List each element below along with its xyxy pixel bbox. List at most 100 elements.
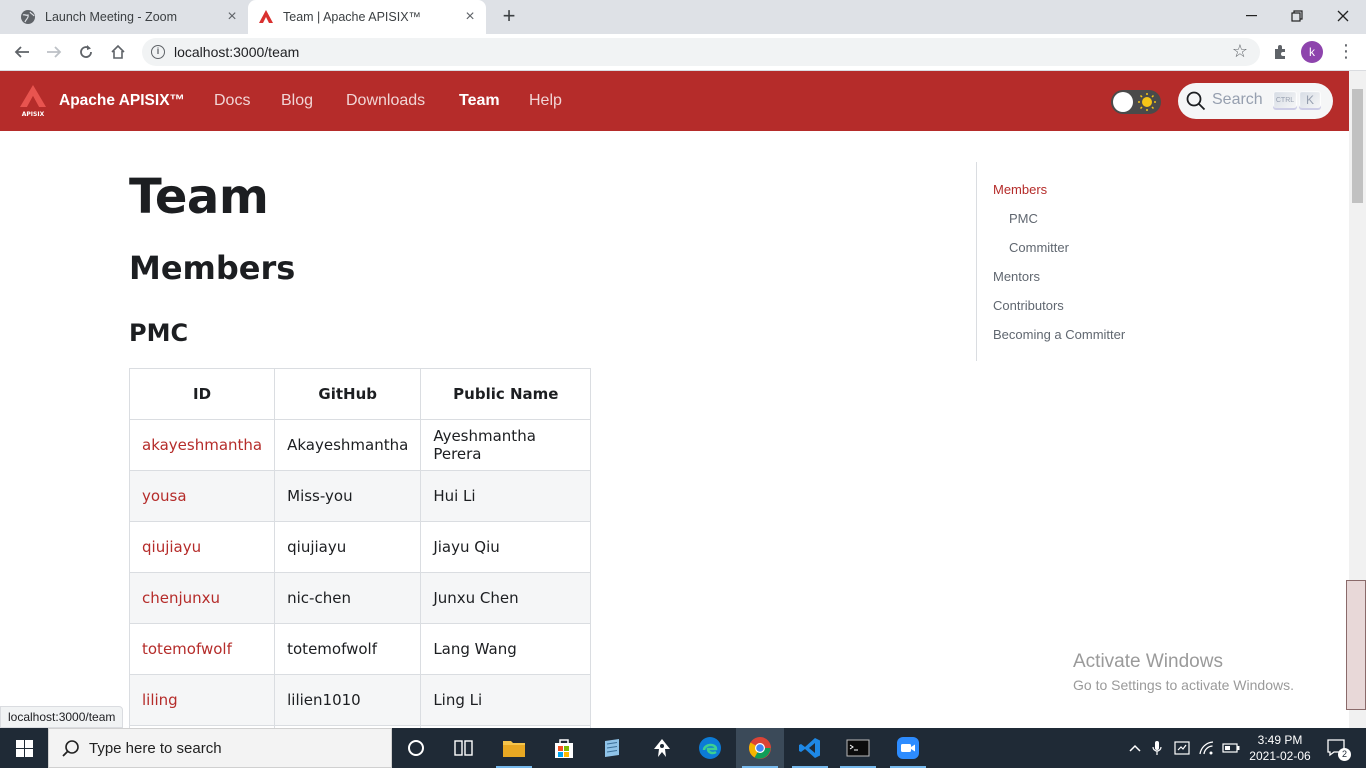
url-text: localhost:3000/team — [174, 44, 300, 60]
member-id-link[interactable]: qiujiayu — [128, 521, 276, 573]
page-title: Team — [129, 169, 269, 225]
member-id-link[interactable]: yousa — [128, 470, 276, 522]
k-key-hint: K — [1299, 91, 1321, 110]
search-icon — [62, 740, 79, 757]
close-window-icon[interactable] — [1320, 0, 1366, 32]
window-thumbnail-preview — [1346, 580, 1366, 710]
windows-taskbar: Type here to search 3:49 PM 2021-02-06 2 — [0, 728, 1366, 768]
terminal-icon[interactable] — [834, 728, 882, 768]
section-heading-members: Members — [129, 249, 296, 287]
tab-zoom[interactable]: Launch Meeting - Zoom × — [8, 0, 248, 34]
inkscape-icon[interactable] — [638, 728, 686, 768]
nav-downloads[interactable]: Downloads — [346, 92, 425, 110]
public-name-cell: Junxu Chen — [420, 572, 592, 624]
wifi-icon[interactable] — [1196, 728, 1218, 768]
public-name-cell: Hui Li — [420, 470, 592, 522]
tab-title: Launch Meeting - Zoom — [45, 10, 178, 24]
address-bar[interactable]: i localhost:3000/team ☆ — [142, 38, 1260, 66]
zoom-icon[interactable] — [884, 728, 932, 768]
toc-item-members[interactable]: Members — [993, 182, 1047, 197]
taskbar-search-placeholder: Type here to search — [89, 740, 222, 757]
back-icon[interactable] — [10, 40, 34, 64]
apisix-favicon-icon — [258, 9, 274, 25]
minimize-icon[interactable] — [1228, 0, 1274, 32]
github-cell: Akayeshmantha — [274, 419, 422, 471]
nav-blog[interactable]: Blog — [281, 92, 313, 110]
table-row: akayeshmantha Akayeshmantha Ayeshmantha … — [128, 419, 592, 471]
toc-item-committer[interactable]: Committer — [1009, 240, 1069, 255]
clock-time: 3:49 PM — [1257, 733, 1303, 747]
tray-chevron-icon[interactable] — [1126, 728, 1144, 768]
microphone-icon[interactable] — [1148, 728, 1166, 768]
battery-icon[interactable] — [1220, 728, 1242, 768]
table-row: qiujiayu qiujiayu Jiayu Qiu — [128, 521, 592, 573]
chrome-icon[interactable] — [736, 728, 784, 768]
member-id-link[interactable]: akayeshmantha — [128, 419, 276, 471]
member-id-link[interactable]: chenjunxu — [128, 572, 276, 624]
windows-start-icon[interactable] — [0, 728, 48, 768]
nav-team[interactable]: Team — [459, 92, 500, 110]
taskbar-clock[interactable]: 3:49 PM 2021-02-06 — [1240, 732, 1320, 764]
member-id-link[interactable]: totemofwolf — [128, 623, 276, 675]
search-placeholder: Search — [1212, 91, 1263, 108]
column-header-github: GitHub — [274, 368, 422, 420]
svg-text:APISIX: APISIX — [22, 111, 45, 117]
new-tab-button[interactable]: + — [498, 5, 520, 28]
tab-apisix-team[interactable]: Team | Apache APISIX™ × — [248, 0, 486, 34]
edge-icon[interactable] — [686, 728, 734, 768]
site-search-button[interactable]: Search CTRL K — [1178, 83, 1333, 119]
forward-icon[interactable] — [42, 40, 66, 64]
github-cell: nic-chen — [274, 572, 422, 624]
github-cell: totemofwolf — [274, 623, 422, 675]
table-header-row: ID GitHub Public Name — [128, 368, 592, 420]
vscode-icon[interactable] — [786, 728, 834, 768]
theme-toggle[interactable] — [1111, 90, 1161, 114]
scrollbar-thumb[interactable] — [1352, 89, 1363, 203]
member-id-link[interactable]: liling — [128, 674, 276, 726]
nav-docs[interactable]: Docs — [214, 92, 250, 110]
column-header-id: ID — [128, 368, 276, 420]
apisix-logo-icon[interactable]: APISIX — [16, 85, 50, 118]
notification-count-badge: 2 — [1338, 748, 1351, 761]
status-bubble-url: localhost:3000/team — [0, 706, 124, 728]
reload-icon[interactable] — [74, 40, 98, 64]
globe-icon — [20, 9, 36, 25]
public-name-cell: Ayeshmantha Perera — [420, 419, 592, 471]
taskbar-search-box[interactable]: Type here to search — [48, 728, 392, 768]
task-view-icon[interactable] — [440, 728, 488, 768]
browser-toolbar: i localhost:3000/team ☆ k ⋮ — [0, 34, 1366, 71]
public-name-cell: Ling Li — [420, 674, 592, 726]
security-icon[interactable] — [1172, 728, 1192, 768]
close-tab-icon[interactable]: × — [224, 9, 240, 25]
close-tab-icon[interactable]: × — [462, 9, 478, 25]
browser-tab-strip: Launch Meeting - Zoom × Team | Apache AP… — [0, 0, 1366, 34]
toc-item-mentors[interactable]: Mentors — [993, 269, 1040, 284]
toc-item-contributors[interactable]: Contributors — [993, 298, 1064, 313]
toc-item-becoming-committer[interactable]: Becoming a Committer — [993, 327, 1125, 342]
toc-item-pmc[interactable]: PMC — [1009, 211, 1038, 226]
store-icon[interactable] — [540, 728, 588, 768]
nav-help[interactable]: Help — [529, 92, 562, 110]
activate-windows-title: Activate Windows — [1073, 651, 1223, 672]
extensions-icon[interactable] — [1270, 42, 1290, 62]
file-explorer-icon[interactable] — [490, 728, 538, 768]
pmc-table: ID GitHub Public Name akayeshmantha Akay… — [128, 368, 592, 728]
site-info-icon[interactable]: i — [151, 45, 165, 59]
home-icon[interactable] — [106, 40, 130, 64]
column-header-public-name: Public Name — [420, 368, 592, 420]
main-content: Team Members PMC ID GitHub Public Name a… — [0, 131, 1349, 728]
profile-avatar[interactable]: k — [1301, 41, 1323, 63]
restore-icon[interactable] — [1274, 0, 1320, 32]
sticky-app-icon[interactable] — [588, 728, 636, 768]
search-icon — [1186, 91, 1206, 111]
notification-center-icon[interactable]: 2 — [1322, 728, 1352, 768]
activate-windows-subtitle: Go to Settings to activate Windows. — [1073, 677, 1294, 693]
cortana-icon[interactable] — [392, 728, 440, 768]
chrome-menu-icon[interactable]: ⋮ — [1337, 42, 1355, 62]
toggle-knob — [1113, 92, 1133, 112]
site-navbar: APISIX Apache APISIX™ Docs Blog Download… — [0, 71, 1349, 131]
site-brand[interactable]: Apache APISIX™ — [59, 92, 185, 110]
bookmark-star-icon[interactable]: ☆ — [1232, 41, 1248, 62]
subsection-heading-pmc: PMC — [129, 319, 189, 347]
table-of-contents: Members PMC Committer Mentors Contributo… — [976, 162, 1176, 361]
